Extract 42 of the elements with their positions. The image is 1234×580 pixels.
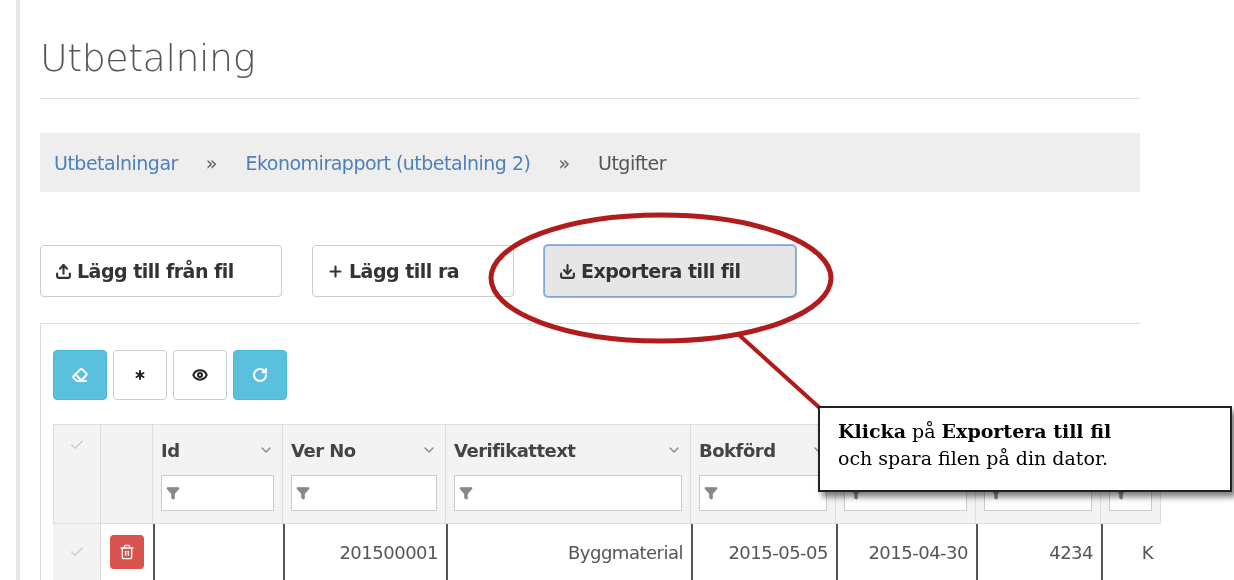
filter-field[interactable] xyxy=(699,475,827,511)
column-header[interactable]: Verifikattext xyxy=(446,424,691,524)
upload-icon xyxy=(55,262,72,280)
toolbar-button[interactable] xyxy=(173,350,227,400)
table-cell: Byggmaterial xyxy=(446,524,691,580)
table-cell: 2015-05-05 xyxy=(691,524,836,580)
breadcrumb-link[interactable]: Ekonomirapport (utbetalning 2) xyxy=(245,151,531,174)
instruction-tooltip: Klicka på Exportera till fil och spara filen på din dator. xyxy=(818,406,1232,492)
column-title: Verifikattext xyxy=(454,439,576,461)
refresh-icon xyxy=(252,367,268,383)
eye-icon xyxy=(192,367,208,383)
eraser-icon xyxy=(72,367,88,383)
delete-button[interactable] xyxy=(110,535,144,569)
filter-icon xyxy=(166,486,180,500)
filter-icon xyxy=(704,486,718,500)
row-select-cell[interactable] xyxy=(53,524,101,580)
column-header[interactable]: Ver No xyxy=(283,424,446,524)
column-header[interactable]: Id xyxy=(153,424,283,524)
plus-icon xyxy=(327,262,344,280)
filter-field[interactable] xyxy=(161,475,274,511)
download-icon xyxy=(559,262,576,280)
filter-field[interactable] xyxy=(454,475,682,511)
filter-icon xyxy=(296,486,310,500)
action-button[interactable]: Exportera till fil xyxy=(544,245,796,297)
filter-icon xyxy=(459,486,473,500)
page-title: Utbetalning xyxy=(40,36,255,80)
column-header[interactable]: Bokförd xyxy=(691,424,836,524)
action-button[interactable]: Lägg till ra xyxy=(312,245,514,297)
table-cell: 201500001 xyxy=(283,524,446,580)
table-cell: K xyxy=(1101,524,1161,580)
breadcrumb-current: Utgifter xyxy=(598,151,667,174)
breadcrumb-separator: » xyxy=(558,151,570,174)
table-cell: 2015-04-30 xyxy=(836,524,976,580)
column-title: Bokförd xyxy=(699,439,776,461)
trash-icon xyxy=(119,544,135,560)
breadcrumb-separator: » xyxy=(205,151,218,174)
column-title: Ver No xyxy=(291,439,356,461)
breadcrumb-link[interactable]: Utbetalningar xyxy=(54,151,178,174)
column-title: Id xyxy=(161,439,180,461)
table-cell: 4234 xyxy=(976,524,1101,580)
action-button[interactable]: Lägg till från fil xyxy=(40,245,282,297)
filter-field[interactable] xyxy=(291,475,437,511)
